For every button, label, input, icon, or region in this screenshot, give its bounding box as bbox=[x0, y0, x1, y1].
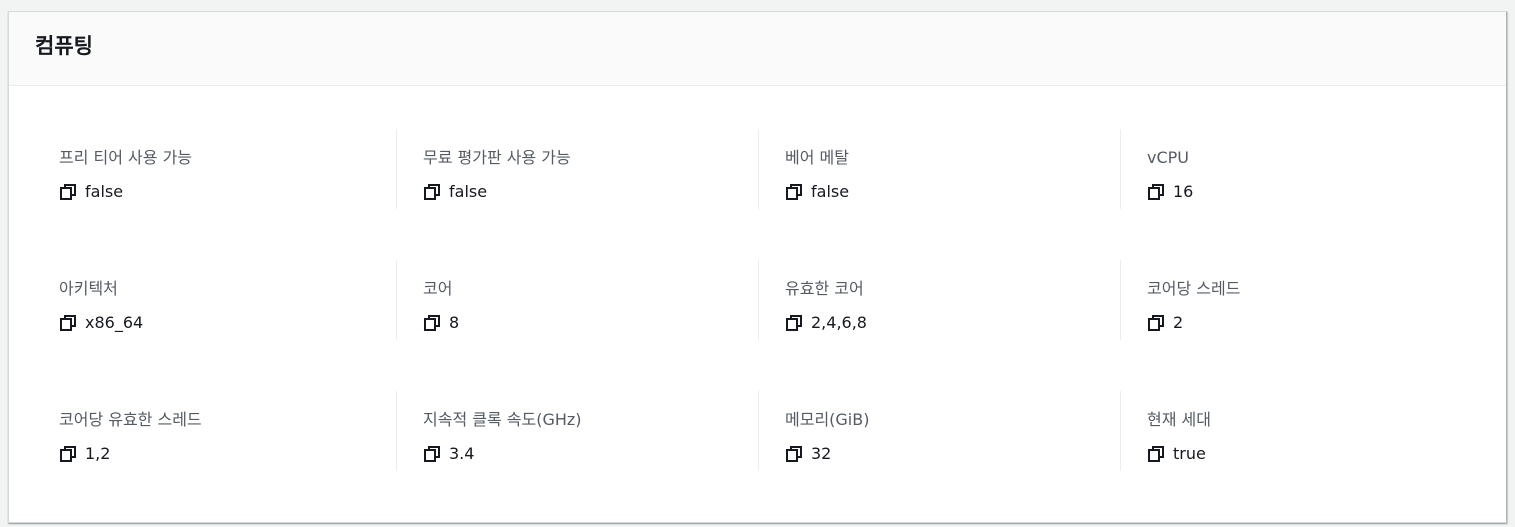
kv-value: true bbox=[1173, 444, 1206, 463]
panel-header: 컴퓨팅 bbox=[9, 12, 1506, 86]
kv-value: 16 bbox=[1173, 182, 1194, 201]
kv-item: 지속적 클록 속도(GHz) 3.4 bbox=[396, 391, 758, 471]
kv-label: 코어당 유효한 스레드 bbox=[59, 410, 202, 429]
copy-icon[interactable] bbox=[59, 445, 77, 463]
kv-label: 프리 티어 사용 가능 bbox=[59, 148, 193, 167]
kv-label: 아키텍처 bbox=[59, 279, 118, 298]
kv-value-row: 2,4,6,8 bbox=[785, 312, 867, 334]
kv-value: 8 bbox=[449, 313, 460, 332]
kv-label: 지속적 클록 속도(GHz) bbox=[423, 410, 582, 429]
kv-value-row: false bbox=[785, 181, 849, 203]
kv-item: 코어당 유효한 스레드 1,2 bbox=[9, 391, 371, 471]
kv-label: 현재 세대 bbox=[1147, 410, 1211, 429]
kv-value: false bbox=[811, 182, 850, 201]
kv-value: 2,4,6,8 bbox=[811, 313, 867, 332]
copy-icon[interactable] bbox=[423, 445, 441, 463]
copy-icon[interactable] bbox=[423, 314, 441, 332]
kv-item: 현재 세대 true bbox=[1120, 391, 1482, 471]
kv-item: 아키텍처 x86_64 bbox=[9, 260, 371, 340]
copy-icon[interactable] bbox=[59, 314, 77, 332]
kv-value: false bbox=[85, 182, 124, 201]
kv-value: 2 bbox=[1173, 313, 1184, 332]
kv-item: 코어 8 bbox=[396, 260, 758, 340]
kv-value: 32 bbox=[811, 444, 832, 463]
computing-panel: 컴퓨팅 프리 티어 사용 가능 false 무료 평가판 사용 가능 false 베어 … bbox=[8, 11, 1507, 523]
kv-label: vCPU bbox=[1147, 148, 1189, 167]
kv-value-row: 1,2 bbox=[59, 443, 110, 465]
copy-icon[interactable] bbox=[785, 445, 803, 463]
column-divider bbox=[758, 260, 759, 340]
kv-value: 3.4 bbox=[449, 444, 475, 463]
kv-value: false bbox=[449, 182, 488, 201]
kv-value-row: 3.4 bbox=[423, 443, 474, 465]
kv-item: 베어 메탈 false bbox=[758, 129, 1120, 209]
kv-value: x86_64 bbox=[85, 313, 144, 332]
column-divider bbox=[396, 129, 397, 209]
kv-value-row: false bbox=[423, 181, 487, 203]
kv-item: 프리 티어 사용 가능 false bbox=[9, 129, 371, 209]
column-divider bbox=[396, 391, 397, 471]
kv-value-row: x86_64 bbox=[59, 312, 143, 334]
copy-icon[interactable] bbox=[785, 314, 803, 332]
kv-label: 무료 평가판 사용 가능 bbox=[423, 148, 571, 167]
kv-value: 1,2 bbox=[85, 444, 111, 463]
column-divider bbox=[396, 260, 397, 340]
kv-label: 코어 bbox=[423, 279, 453, 298]
kv-item: 코어당 스레드 2 bbox=[1120, 260, 1482, 340]
column-divider bbox=[1120, 260, 1121, 340]
copy-icon[interactable] bbox=[1147, 314, 1165, 332]
kv-value-row: 8 bbox=[423, 312, 459, 334]
kv-item: 무료 평가판 사용 가능 false bbox=[396, 129, 758, 209]
copy-icon[interactable] bbox=[785, 183, 803, 201]
panel-title: 컴퓨팅 bbox=[35, 34, 93, 58]
kv-value-row: 32 bbox=[785, 443, 831, 465]
copy-icon[interactable] bbox=[1147, 183, 1165, 201]
kv-item: 유효한 코어 2,4,6,8 bbox=[758, 260, 1120, 340]
kv-item: vCPU 16 bbox=[1120, 129, 1482, 209]
column-divider bbox=[1120, 129, 1121, 209]
column-divider bbox=[758, 129, 759, 209]
kv-value-row: 2 bbox=[1147, 312, 1183, 334]
copy-icon[interactable] bbox=[423, 183, 441, 201]
kv-label: 메모리(GiB) bbox=[785, 410, 870, 429]
kv-item: 메모리(GiB) 32 bbox=[758, 391, 1120, 471]
kv-value-row: false bbox=[59, 181, 123, 203]
kv-value-row: 16 bbox=[1147, 181, 1193, 203]
copy-icon[interactable] bbox=[1147, 445, 1165, 463]
column-divider bbox=[1120, 391, 1121, 471]
column-divider bbox=[758, 391, 759, 471]
kv-value-row: true bbox=[1147, 443, 1206, 465]
kv-label: 유효한 코어 bbox=[785, 279, 864, 298]
kv-label: 베어 메탈 bbox=[785, 148, 849, 167]
copy-icon[interactable] bbox=[59, 183, 77, 201]
kv-label: 코어당 스레드 bbox=[1147, 279, 1241, 298]
